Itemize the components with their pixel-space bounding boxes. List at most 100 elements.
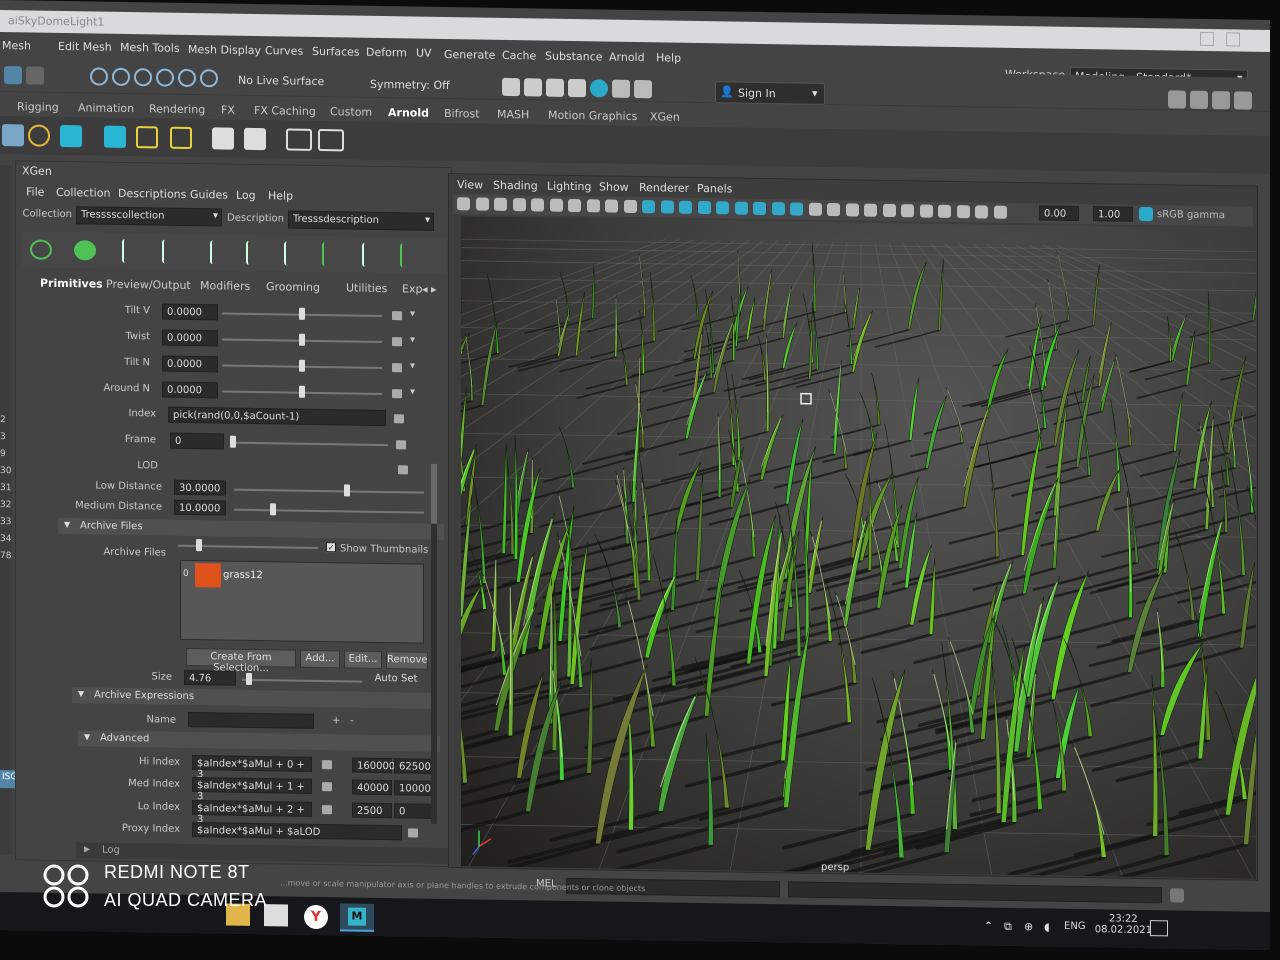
camera-attr-icon[interactable]	[475, 197, 489, 211]
expression-editor-icon[interactable]	[392, 363, 402, 373]
expression-editor-icon[interactable]	[396, 440, 406, 450]
xgen-tab-utilities[interactable]: Utilities	[346, 281, 387, 295]
shelf-tab-rigging[interactable]: Rigging	[17, 100, 59, 114]
mail-icon[interactable]	[264, 904, 288, 927]
menu-mesh-display[interactable]: Mesh Display	[188, 43, 261, 57]
xgen-select-icon[interactable]	[244, 127, 266, 151]
channel-box-icon[interactable]	[1234, 91, 1252, 110]
medium-distance-slider-track[interactable]	[234, 508, 424, 514]
advanced-value-b[interactable]: 0	[394, 803, 434, 819]
menu-help[interactable]: Help	[656, 52, 681, 65]
thumbnail-size-knob[interactable]	[196, 539, 202, 552]
viewport-canvas[interactable]: persp	[461, 216, 1256, 879]
sign-in-button[interactable]: 👤 Sign In ▾	[715, 81, 825, 105]
gamma-field[interactable]: 1.00	[1093, 206, 1133, 222]
archive-remove-button[interactable]: Remove	[386, 651, 428, 670]
bookmark-icon[interactable]	[494, 197, 507, 211]
lighting-icon[interactable]	[734, 201, 748, 215]
shelf-tab-animation[interactable]: Animation	[78, 101, 134, 115]
pan-zoom-icon[interactable]	[938, 204, 951, 218]
safe-title-icon[interactable]	[623, 199, 637, 213]
menu-mesh[interactable]: Mesh	[2, 39, 31, 52]
primitive-visibility-icon[interactable]	[74, 240, 96, 261]
shelf-tab-fx[interactable]: FX	[221, 103, 235, 116]
menu-deform[interactable]: Deform	[366, 46, 407, 60]
chevron-down-icon[interactable]: ▾	[410, 334, 415, 345]
frame-selected-icon[interactable]	[919, 204, 933, 218]
component-mode-icon[interactable]	[26, 66, 44, 85]
size-slider-track[interactable]	[242, 678, 362, 683]
xgen-menu-collection[interactable]: Collection	[56, 186, 110, 200]
snap-curve-icon[interactable]	[112, 67, 130, 87]
render-settings-icon[interactable]	[568, 78, 586, 98]
size-field[interactable]: 4.76	[184, 669, 236, 686]
shelf-tab-xgen[interactable]: XGen	[650, 110, 680, 123]
menu-cache[interactable]: Cache	[502, 49, 536, 63]
viewport-menu-view[interactable]: View	[457, 178, 483, 191]
xgen-tab-preview-output[interactable]: Preview/Output	[106, 278, 191, 292]
textured-icon[interactable]	[716, 201, 729, 215]
play-preview-icon[interactable]	[318, 128, 344, 152]
outliner-item[interactable]: 30	[0, 466, 11, 476]
default-material-icon[interactable]	[697, 200, 711, 215]
xgen-object-icon[interactable]	[212, 127, 234, 150]
gate-mask-icon[interactable]	[568, 198, 581, 213]
low-distance-field[interactable]: 30.0000	[174, 479, 226, 496]
film-gate-icon[interactable]	[531, 198, 544, 212]
menu-curves[interactable]: Curves	[265, 44, 303, 58]
field-chart-icon[interactable]	[586, 199, 600, 213]
shelf-tab-rendering[interactable]: Rendering	[149, 102, 205, 116]
outliner-item[interactable]: 32	[0, 500, 11, 510]
image-plane-icon[interactable]	[512, 198, 526, 212]
index-expression-field[interactable]: pick(rand(0,0,$aCount-1)	[168, 406, 386, 427]
advanced-value-a[interactable]: 2500	[352, 802, 392, 819]
backface-icon[interactable]	[882, 203, 896, 218]
param-value-field[interactable]: 0.0000	[162, 329, 218, 347]
menu-substance[interactable]: Substance	[545, 50, 603, 64]
ipr-render-icon[interactable]	[546, 78, 564, 97]
maximize-icon[interactable]	[1226, 32, 1240, 47]
viewport-menu-show[interactable]: Show	[599, 180, 629, 193]
xgen-tab-exp[interactable]: Exp	[402, 282, 422, 295]
archive-expressions-section[interactable]: Archive Expressions	[72, 687, 436, 709]
menu-uv[interactable]: UV	[416, 47, 432, 60]
preview-eye-icon[interactable]	[286, 128, 312, 151]
advanced-expression-field[interactable]: $aIndex*$aMul + 0 + 3	[192, 755, 312, 780]
select-guide-icon[interactable]	[162, 239, 182, 264]
frame-slider-track[interactable]	[232, 441, 388, 447]
menu-mesh-tools[interactable]: Mesh Tools	[120, 41, 180, 55]
viewport-menu-renderer[interactable]: Renderer	[639, 181, 689, 195]
length-guide-icon[interactable]	[246, 240, 266, 266]
xgen-menu-help[interactable]: Help	[268, 189, 293, 202]
advanced-value-b[interactable]: 10000	[394, 780, 434, 796]
expression-editor-icon[interactable]	[392, 389, 402, 399]
grease-pencil-icon[interactable]	[956, 205, 970, 219]
color-space-label[interactable]: sRGB gamma	[1157, 209, 1225, 221]
outliner-item[interactable]: 9	[0, 449, 6, 459]
menu-surfaces[interactable]: Surfaces	[312, 45, 360, 59]
resolution-gate-icon[interactable]	[549, 198, 563, 212]
add-expression-button[interactable]: +	[332, 715, 340, 726]
expression-editor-icon[interactable]	[392, 337, 402, 347]
remove-expression-button[interactable]: -	[350, 715, 354, 726]
attribute-editor-icon[interactable]	[1190, 90, 1208, 109]
chevron-down-icon[interactable]: ▾	[410, 360, 415, 371]
safe-action-icon[interactable]	[605, 199, 618, 213]
arnold-light-icon[interactable]	[28, 124, 50, 147]
ao-icon[interactable]	[771, 202, 785, 216]
expression-editor-icon[interactable]	[408, 828, 418, 838]
sky-dome-icon[interactable]	[60, 124, 82, 148]
shelf-tab-bifrost[interactable]: Bifrost	[444, 107, 480, 121]
snap-view-icon[interactable]	[156, 68, 174, 87]
frame-all-icon[interactable]	[901, 204, 914, 218]
outliner-item[interactable]: 33	[0, 517, 11, 527]
xray-icon[interactable]	[845, 203, 859, 217]
tool-settings-icon[interactable]	[1212, 91, 1230, 110]
advanced-value-a[interactable]: 160000	[352, 757, 395, 774]
advanced-expression-field[interactable]: $aIndex*$aMul + $aLOD	[192, 822, 402, 841]
snap-surface-icon[interactable]	[178, 68, 196, 88]
snap-live-icon[interactable]	[200, 69, 218, 88]
camera-icon[interactable]	[457, 197, 470, 211]
collection-dropdown[interactable]: Tresssscollection ▾	[76, 206, 222, 227]
hypershade-icon[interactable]	[590, 79, 608, 98]
